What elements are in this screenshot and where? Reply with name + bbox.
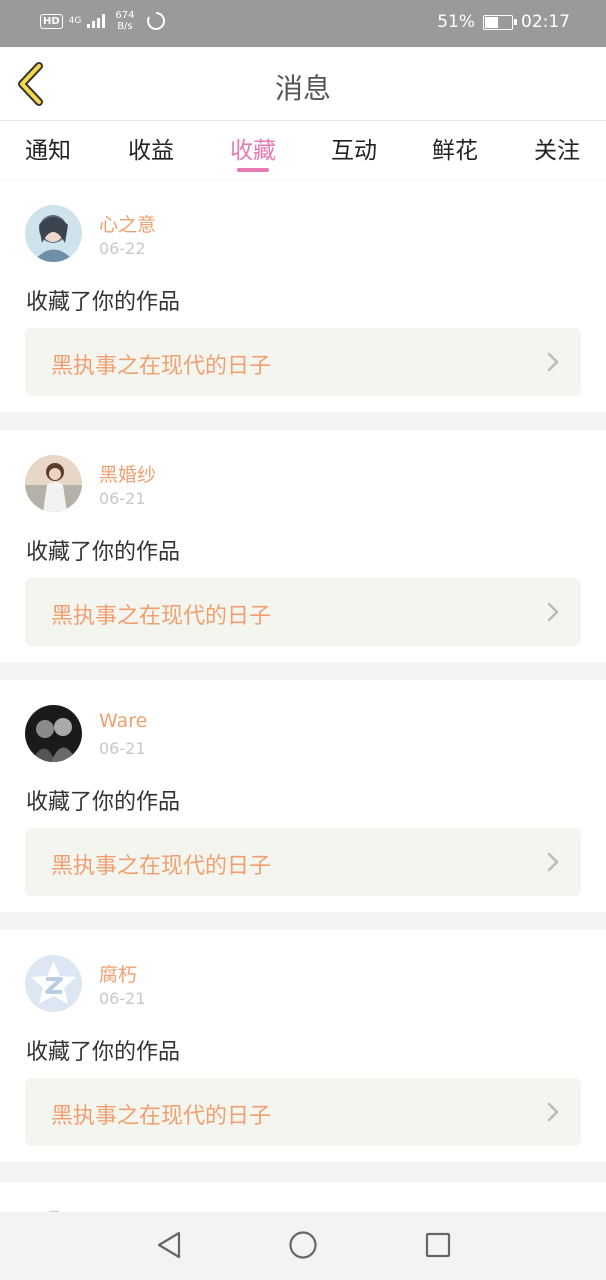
- sync-icon: [147, 11, 166, 30]
- username[interactable]: 心之意: [99, 210, 156, 237]
- tab-flowers[interactable]: 鲜花: [420, 131, 490, 165]
- speed-unit: B/s: [117, 21, 133, 32]
- username[interactable]: Ware: [99, 710, 147, 732]
- action-text: 收藏了你的作品: [26, 790, 181, 815]
- action-text: 收藏了你的作品: [26, 290, 181, 315]
- date: 06-22: [99, 239, 146, 258]
- tab-interactions[interactable]: 互动: [319, 131, 389, 165]
- avatar[interactable]: [25, 205, 82, 262]
- app-header: 消息: [0, 47, 606, 121]
- work-title: 黑执事之在现代的日子: [51, 354, 272, 379]
- system-nav-bar: [0, 1212, 606, 1280]
- nav-back-icon[interactable]: [155, 1230, 183, 1260]
- avatar[interactable]: [25, 955, 82, 1012]
- list-item: Ware 06-21 收藏了你的作品 黑执事之在现代的日子: [0, 680, 606, 912]
- chevron-right-icon: [547, 852, 559, 872]
- tab-following[interactable]: 关注: [522, 131, 592, 165]
- nav-home-icon[interactable]: [288, 1230, 318, 1260]
- work-title: 黑执事之在现代的日子: [51, 854, 272, 879]
- work-link[interactable]: 黑执事之在现代的日子: [25, 328, 581, 396]
- tab-favorites[interactable]: 收藏: [218, 131, 288, 165]
- hd-indicator: HD: [40, 13, 63, 29]
- status-bar: HD 4G 674 B/s 51% 02:17: [0, 0, 606, 47]
- work-link[interactable]: 黑执事之在现代的日子: [25, 578, 581, 646]
- list-item: 心之意 06-22 收藏了你的作品 黑执事之在现代的日子: [0, 180, 606, 412]
- work-link[interactable]: 黑执事之在现代的日子: [25, 828, 581, 896]
- list-item: 黑婚纱 06-21 收藏了你的作品 黑执事之在现代的日子: [0, 430, 606, 662]
- username[interactable]: 腐朽: [99, 960, 137, 987]
- status-right: 51% 02:17: [437, 12, 570, 32]
- tab-earnings[interactable]: 收益: [116, 131, 186, 165]
- date: 06-21: [99, 739, 146, 758]
- date: 06-21: [99, 989, 146, 1008]
- work-link[interactable]: 黑执事之在现代的日子: [25, 1078, 581, 1146]
- clock: 02:17: [521, 12, 570, 32]
- nav-recents-icon[interactable]: [425, 1230, 451, 1260]
- tab-bar: 通知 收益 收藏 互动 鲜花 关注: [0, 121, 606, 179]
- avatar[interactable]: [25, 455, 82, 512]
- action-text: 收藏了你的作品: [26, 1040, 181, 1065]
- date: 06-21: [99, 489, 146, 508]
- work-title: 黑执事之在现代的日子: [51, 1104, 272, 1129]
- status-left: HD 4G 674 B/s: [40, 10, 166, 32]
- chevron-right-icon: [547, 1102, 559, 1122]
- page-title: 消息: [274, 72, 331, 105]
- speed-value: 674: [115, 10, 135, 21]
- signal-icon: [87, 14, 106, 28]
- battery-percent: 51%: [437, 12, 475, 32]
- avatar[interactable]: [25, 705, 82, 762]
- username[interactable]: 黑婚纱: [99, 460, 156, 487]
- network-type: 4G: [68, 15, 82, 26]
- tab-notifications[interactable]: 通知: [13, 131, 83, 165]
- battery-icon: [483, 14, 517, 30]
- battery-fill: [485, 16, 498, 28]
- network-speed: 674 B/s: [115, 10, 134, 32]
- active-tab-indicator: [237, 168, 269, 172]
- action-text: 收藏了你的作品: [26, 540, 181, 565]
- chevron-right-icon: [547, 602, 559, 622]
- chevron-right-icon: [547, 352, 559, 372]
- list-item: 腐朽 06-21 收藏了你的作品 黑执事之在现代的日子: [0, 930, 606, 1162]
- work-title: 黑执事之在现代的日子: [51, 604, 272, 629]
